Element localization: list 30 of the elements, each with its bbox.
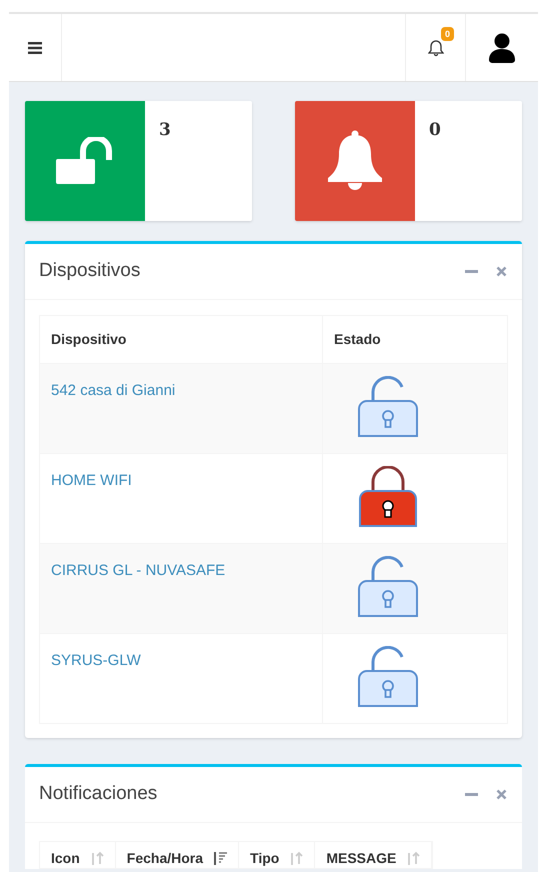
- column-header[interactable]: Tipo: [239, 842, 316, 868]
- device-link[interactable]: CIRRUS GL - NUVASAFE: [51, 562, 226, 579]
- column-header[interactable]: Icon: [40, 842, 116, 868]
- notification-count-badge: 0: [441, 27, 454, 41]
- user-icon: [488, 32, 516, 62]
- column-header[interactable]: Fecha/Hora: [116, 842, 240, 868]
- device-link[interactable]: 542 casa di Gianni: [51, 382, 176, 399]
- device-link[interactable]: SYRUS-GLW: [51, 652, 141, 669]
- sort-icon: [406, 851, 420, 865]
- sort-descending-icon: [213, 851, 228, 865]
- count-number: 3: [159, 119, 171, 142]
- count-number: 0: [429, 119, 441, 142]
- column-header[interactable]: MESSAGE: [315, 842, 432, 868]
- menu-icon: [28, 42, 42, 54]
- bell-icon: [428, 38, 444, 56]
- bell-icon: [326, 130, 384, 192]
- open-padlock-icon: [56, 137, 114, 185]
- sort-icon: [90, 851, 104, 865]
- box-title: Notificaciones: [39, 782, 158, 806]
- notifications-button[interactable]: 0: [405, 14, 465, 81]
- close-button[interactable]: [494, 264, 508, 278]
- device-link[interactable]: HOME WIFI: [51, 472, 132, 489]
- close-icon: [496, 789, 506, 800]
- minus-icon: [464, 793, 478, 796]
- close-icon: [496, 266, 506, 277]
- minus-icon: [464, 270, 478, 273]
- column-header: Dispositivo: [40, 316, 322, 364]
- sort-icon: [289, 851, 304, 865]
- close-button[interactable]: [494, 788, 508, 802]
- box-title: Dispositivos: [39, 259, 142, 284]
